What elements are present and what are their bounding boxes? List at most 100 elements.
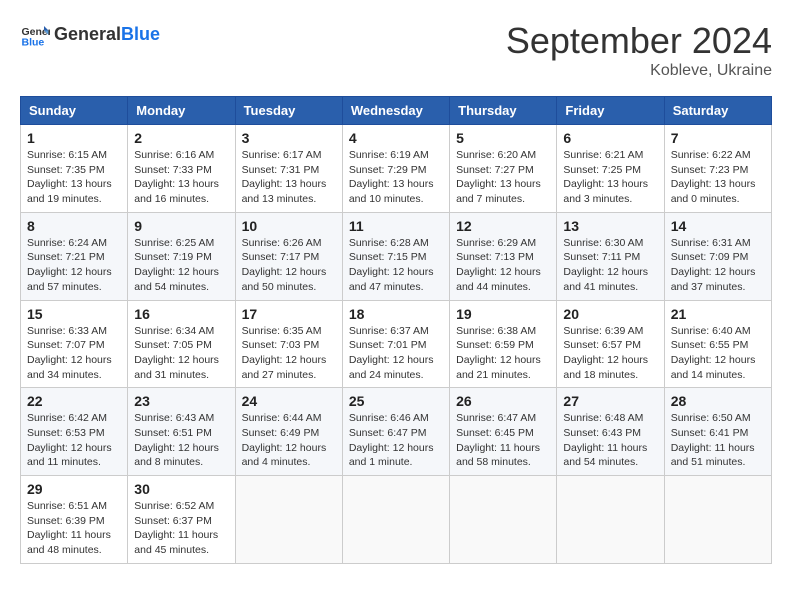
day-number: 12 [456,218,550,234]
column-header-wednesday: Wednesday [342,97,449,125]
day-info: Sunrise: 6:20 AMSunset: 7:27 PMDaylight:… [456,148,550,207]
calendar-cell: 6 Sunrise: 6:21 AMSunset: 7:25 PMDaylight… [557,125,664,213]
day-number: 1 [27,130,121,146]
day-number: 21 [671,306,765,322]
day-info: Sunrise: 6:30 AMSunset: 7:11 PMDaylight:… [563,236,657,295]
calendar-cell: 5 Sunrise: 6:20 AMSunset: 7:27 PMDaylight… [450,125,557,213]
day-info: Sunrise: 6:43 AMSunset: 6:51 PMDaylight:… [134,411,228,470]
calendar-cell [450,476,557,564]
calendar-cell: 11 Sunrise: 6:28 AMSunset: 7:15 PMDayligh… [342,212,449,300]
calendar-cell: 4 Sunrise: 6:19 AMSunset: 7:29 PMDaylight… [342,125,449,213]
calendar-cell [664,476,771,564]
day-number: 18 [349,306,443,322]
day-number: 14 [671,218,765,234]
column-header-friday: Friday [557,97,664,125]
calendar-cell: 7Sunrise: 6:22 AMSunset: 7:23 PMDaylight… [664,125,771,213]
calendar-cell: 14 Sunrise: 6:31 AMSunset: 7:09 PMDayligh… [664,212,771,300]
logo: General Blue GeneralBlue [20,20,160,50]
day-info: Sunrise: 6:16 AMSunset: 7:33 PMDaylight:… [134,148,228,207]
calendar-cell: 13 Sunrise: 6:30 AMSunset: 7:11 PMDayligh… [557,212,664,300]
day-info: Sunrise: 6:31 AMSunset: 7:09 PMDaylight:… [671,236,765,295]
day-number: 19 [456,306,550,322]
calendar-cell: 2 Sunrise: 6:16 AMSunset: 7:33 PMDaylight… [128,125,235,213]
day-number: 15 [27,306,121,322]
calendar-cell: 18 Sunrise: 6:37 AMSunset: 7:01 PMDayligh… [342,300,449,388]
logo-text: GeneralBlue [54,25,160,45]
day-number: 11 [349,218,443,234]
calendar-cell: 17 Sunrise: 6:35 AMSunset: 7:03 PMDayligh… [235,300,342,388]
month-title: September 2024 [506,20,772,62]
day-number: 3 [242,130,336,146]
day-number: 13 [563,218,657,234]
calendar-week-row: 15Sunrise: 6:33 AMSunset: 7:07 PMDayligh… [21,300,772,388]
calendar-cell: 25Sunrise: 6:46 AMSunset: 6:47 PMDayligh… [342,388,449,476]
day-number: 20 [563,306,657,322]
calendar-cell: 30 Sunrise: 6:52 AMSunset: 6:37 PMDayligh… [128,476,235,564]
day-number: 23 [134,393,228,409]
day-number: 8 [27,218,121,234]
calendar-week-row: 29Sunrise: 6:51 AMSunset: 6:39 PMDayligh… [21,476,772,564]
calendar-cell: 21 Sunrise: 6:40 AMSunset: 6:55 PMDayligh… [664,300,771,388]
day-info: Sunrise: 6:51 AMSunset: 6:39 PMDaylight:… [27,499,121,558]
calendar-cell: 20 Sunrise: 6:39 AMSunset: 6:57 PMDayligh… [557,300,664,388]
title-area: September 2024 Kobleve, Ukraine [506,20,772,80]
calendar-week-row: 22Sunrise: 6:42 AMSunset: 6:53 PMDayligh… [21,388,772,476]
day-number: 30 [134,481,228,497]
calendar-cell: 15Sunrise: 6:33 AMSunset: 7:07 PMDayligh… [21,300,128,388]
calendar-cell: 26 Sunrise: 6:47 AMSunset: 6:45 PMDayligh… [450,388,557,476]
calendar-cell: 10 Sunrise: 6:26 AMSunset: 7:17 PMDayligh… [235,212,342,300]
calendar-cell: 23 Sunrise: 6:43 AMSunset: 6:51 PMDayligh… [128,388,235,476]
calendar-cell: 28 Sunrise: 6:50 AMSunset: 6:41 PMDayligh… [664,388,771,476]
day-info: Sunrise: 6:24 AMSunset: 7:21 PMDaylight:… [27,236,121,295]
day-info: Sunrise: 6:48 AMSunset: 6:43 PMDaylight:… [563,411,657,470]
day-info: Sunrise: 6:37 AMSunset: 7:01 PMDaylight:… [349,324,443,383]
calendar-header-row: SundayMondayTuesdayWednesdayThursdayFrid… [21,97,772,125]
logo-icon: General Blue [20,20,50,50]
day-info: Sunrise: 6:25 AMSunset: 7:19 PMDaylight:… [134,236,228,295]
day-number: 5 [456,130,550,146]
day-info: Sunrise: 6:50 AMSunset: 6:41 PMDaylight:… [671,411,765,470]
column-header-saturday: Saturday [664,97,771,125]
svg-text:Blue: Blue [22,37,45,49]
day-info: Sunrise: 6:42 AMSunset: 6:53 PMDaylight:… [27,411,121,470]
column-header-monday: Monday [128,97,235,125]
calendar-cell [557,476,664,564]
day-info: Sunrise: 6:39 AMSunset: 6:57 PMDaylight:… [563,324,657,383]
day-info: Sunrise: 6:44 AMSunset: 6:49 PMDaylight:… [242,411,336,470]
day-number: 26 [456,393,550,409]
day-number: 28 [671,393,765,409]
day-info: Sunrise: 6:15 AMSunset: 7:35 PMDaylight:… [27,148,121,207]
day-info: Sunrise: 6:17 AMSunset: 7:31 PMDaylight:… [242,148,336,207]
day-number: 7 [671,130,765,146]
day-info: Sunrise: 6:47 AMSunset: 6:45 PMDaylight:… [456,411,550,470]
day-info: Sunrise: 6:52 AMSunset: 6:37 PMDaylight:… [134,499,228,558]
day-number: 6 [563,130,657,146]
day-info: Sunrise: 6:26 AMSunset: 7:17 PMDaylight:… [242,236,336,295]
day-info: Sunrise: 6:21 AMSunset: 7:25 PMDaylight:… [563,148,657,207]
calendar-cell: 22Sunrise: 6:42 AMSunset: 6:53 PMDayligh… [21,388,128,476]
day-info: Sunrise: 6:29 AMSunset: 7:13 PMDaylight:… [456,236,550,295]
calendar-cell: 19Sunrise: 6:38 AMSunset: 6:59 PMDayligh… [450,300,557,388]
calendar-cell [342,476,449,564]
day-info: Sunrise: 6:46 AMSunset: 6:47 PMDaylight:… [349,411,443,470]
day-info: Sunrise: 6:19 AMSunset: 7:29 PMDaylight:… [349,148,443,207]
calendar-cell: 29Sunrise: 6:51 AMSunset: 6:39 PMDayligh… [21,476,128,564]
calendar-cell: 27Sunrise: 6:48 AMSunset: 6:43 PMDayligh… [557,388,664,476]
day-number: 4 [349,130,443,146]
calendar-week-row: 1 Sunrise: 6:15 AMSunset: 7:35 PMDaylight… [21,125,772,213]
calendar-cell: 12 Sunrise: 6:29 AMSunset: 7:13 PMDayligh… [450,212,557,300]
day-number: 24 [242,393,336,409]
column-header-tuesday: Tuesday [235,97,342,125]
calendar-cell: 3 Sunrise: 6:17 AMSunset: 7:31 PMDaylight… [235,125,342,213]
location-subtitle: Kobleve, Ukraine [506,62,772,80]
day-number: 9 [134,218,228,234]
day-info: Sunrise: 6:40 AMSunset: 6:55 PMDaylight:… [671,324,765,383]
day-info: Sunrise: 6:34 AMSunset: 7:05 PMDaylight:… [134,324,228,383]
day-info: Sunrise: 6:35 AMSunset: 7:03 PMDaylight:… [242,324,336,383]
day-number: 10 [242,218,336,234]
column-header-sunday: Sunday [21,97,128,125]
day-info: Sunrise: 6:28 AMSunset: 7:15 PMDaylight:… [349,236,443,295]
calendar-cell: 1 Sunrise: 6:15 AMSunset: 7:35 PMDaylight… [21,125,128,213]
day-number: 17 [242,306,336,322]
day-number: 2 [134,130,228,146]
